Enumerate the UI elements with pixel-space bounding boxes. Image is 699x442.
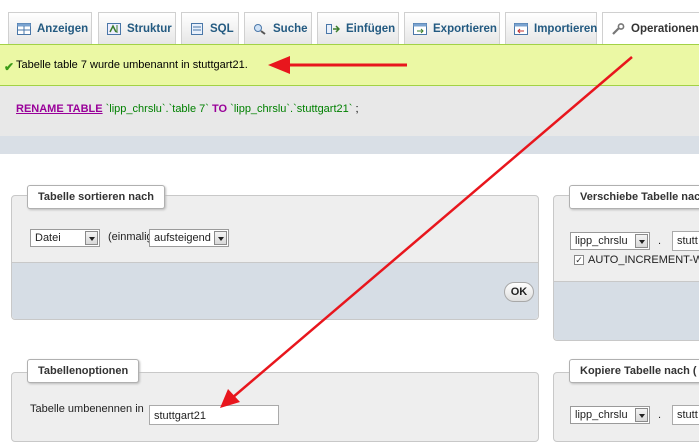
annotation-arrows <box>220 56 633 408</box>
arrow-to-notice <box>268 56 407 74</box>
arrow-to-rename-input <box>220 56 633 408</box>
